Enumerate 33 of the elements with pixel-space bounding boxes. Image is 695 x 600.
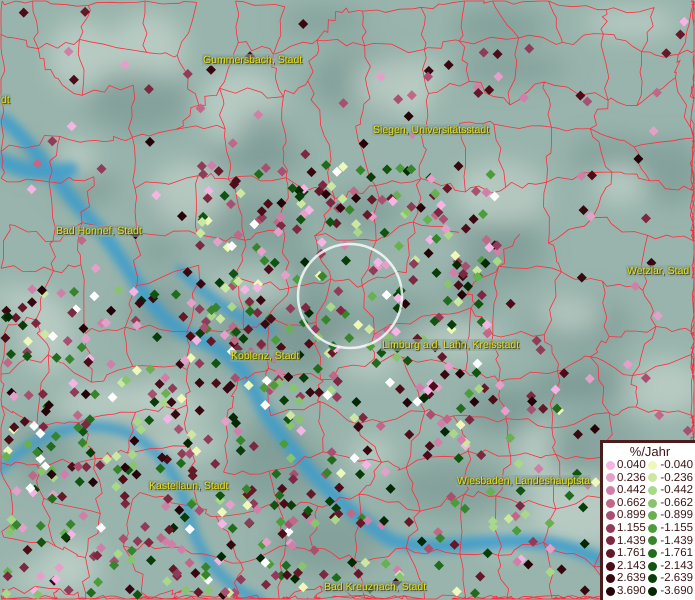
legend-value: 0.662 <box>617 496 645 510</box>
legend-value: 1.439 <box>617 534 645 548</box>
place-label: dt <box>0 94 11 106</box>
place-label: Wetzlar, Stad <box>626 265 690 277</box>
legend-value: -3.690 <box>659 584 693 598</box>
place-label: Siegen, Universitätsstadt <box>372 124 490 136</box>
legend-value: -0.662 <box>659 496 693 510</box>
legend-value: 2.639 <box>617 572 645 585</box>
legend-value: 0.236 <box>617 472 645 484</box>
legend-value: 0.899 <box>617 509 645 522</box>
legend-value: 1.761 <box>617 547 645 560</box>
legend-value: -0.040 <box>659 459 693 472</box>
legend-value: -1.761 <box>659 547 693 560</box>
legend-value: 0.040 <box>617 459 645 472</box>
legend-value: 0.442 <box>617 484 645 497</box>
legend-title: %/Jahr <box>628 445 672 459</box>
legend-value: 1.155 <box>617 522 645 535</box>
legend-value: -0.236 <box>659 472 693 484</box>
place-label: Bad Honnef, Stadt <box>55 225 143 237</box>
place-label: Kastellaun, Stadt <box>148 480 230 492</box>
legend-value: -1.439 <box>659 534 693 548</box>
legend-value: -2.639 <box>659 572 693 585</box>
place-label: Limburg a.d. Lahn, Kreisstadt <box>381 339 520 351</box>
place-label: Wiesbaden, Landeshauptsta <box>456 475 592 487</box>
place-label: Bad Kreuznach, Stadt <box>323 581 428 593</box>
legend-value: -0.899 <box>659 509 693 522</box>
legend-value: -1.155 <box>659 522 693 535</box>
place-label: Koblenz, Stadt <box>230 350 300 362</box>
legend-value: -0.442 <box>659 484 693 497</box>
legend-value: 2.143 <box>617 560 645 572</box>
place-label: Gummersbach, Stadt <box>202 54 304 66</box>
legend-value: 3.690 <box>617 584 645 598</box>
legend-value: -2.143 <box>659 560 693 572</box>
